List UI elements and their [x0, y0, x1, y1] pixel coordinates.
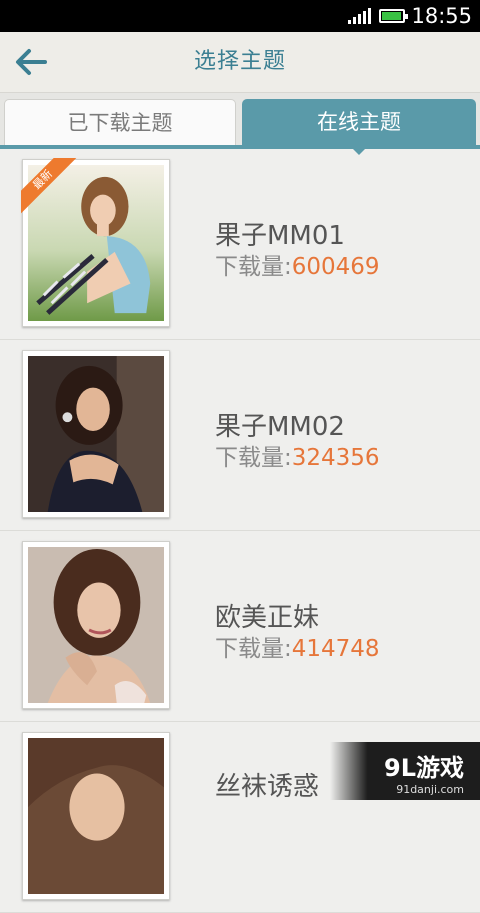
signal-icon: [348, 8, 372, 24]
theme-thumbnail: [22, 732, 170, 900]
page-title: 选择主题: [193, 49, 286, 74]
download-label: 下载量:: [215, 445, 292, 471]
download-value: 324356: [291, 445, 380, 471]
list-item[interactable]: 最新 果子MM01 下载量:600469: [0, 149, 480, 340]
clock: 18:55: [411, 4, 472, 28]
list-item[interactable]: 果子MM02 下载量:324356: [0, 340, 480, 531]
download-count: 下载量:414748: [215, 629, 380, 663]
header: 选择主题: [0, 32, 480, 93]
watermark-logo: 9L游戏: [384, 754, 464, 782]
theme-thumbnail: [22, 541, 170, 709]
tab-bar: 已下载主题 在线主题: [0, 93, 480, 155]
download-count: 下载量:600469: [215, 247, 380, 281]
watermark: 9L游戏 91danji.com: [330, 742, 480, 800]
tab-downloaded-themes[interactable]: 已下载主题: [4, 99, 236, 145]
theme-photo: [28, 547, 164, 703]
status-bar: 18:55: [0, 0, 480, 32]
list-item[interactable]: 欧美正妹 下载量:414748: [0, 531, 480, 722]
download-label: 下载量:: [215, 636, 292, 662]
theme-thumbnail: 最新: [21, 158, 170, 327]
theme-name: 丝袜诱惑: [215, 772, 320, 802]
download-value: 414748: [291, 636, 380, 662]
new-badge: 最新: [21, 158, 81, 218]
theme-thumbnail: [22, 350, 170, 518]
theme-photo: [28, 738, 164, 894]
battery-icon: [379, 9, 409, 23]
download-value: 600469: [291, 254, 380, 280]
theme-photo: [28, 356, 164, 512]
download-count: 下载量:324356: [215, 438, 380, 472]
watermark-url: 91danji.com: [396, 783, 464, 796]
download-label: 下载量:: [215, 254, 292, 280]
tab-online-themes[interactable]: 在线主题: [242, 99, 476, 145]
